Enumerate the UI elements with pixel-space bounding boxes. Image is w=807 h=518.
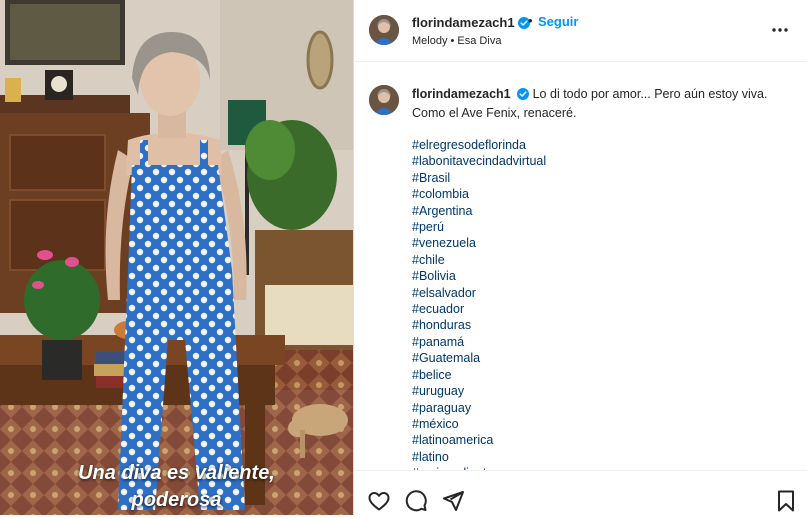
hashtag-link[interactable]: #Brasil	[412, 170, 792, 186]
separator-dot: •	[528, 13, 533, 28]
header-user: florindamezach1	[412, 14, 530, 34]
share-icon[interactable]	[441, 489, 465, 513]
post-media[interactable]: Una diva es valiente, poderosa	[0, 0, 353, 515]
post-photo	[0, 0, 353, 515]
hashtag-link[interactable]: #labonitavecindadvirtual	[412, 153, 792, 169]
hashtag-link[interactable]: #colombia	[412, 186, 792, 202]
hashtag-link[interactable]: #paraguay	[412, 400, 792, 416]
comment-icon[interactable]	[404, 489, 428, 513]
hashtag-link[interactable]: #chile	[412, 252, 792, 268]
header-username[interactable]: florindamezach1	[412, 15, 515, 30]
hashtag-link[interactable]: #venezuela	[412, 235, 792, 251]
hashtag-list: #elregresodeflorinda #labonitavecindadvir…	[412, 137, 792, 470]
hashtag-link[interactable]: #méxico	[412, 416, 792, 432]
comment-avatar[interactable]	[369, 85, 399, 115]
avatar[interactable]	[369, 15, 399, 45]
verified-badge-icon	[517, 88, 530, 105]
action-bar	[354, 470, 807, 515]
hashtag-link[interactable]: #Argentina	[412, 203, 792, 219]
more-horizontal-icon[interactable]	[768, 20, 792, 40]
comment-username[interactable]: florindamezach1	[412, 87, 511, 101]
bookmark-icon[interactable]	[774, 489, 798, 513]
hashtag-link[interactable]: #ecuador	[412, 301, 792, 317]
hashtag-link[interactable]: #Bolivia	[412, 268, 792, 284]
comments-area[interactable]: florindamezach1 Lo di todo por amor... P…	[354, 62, 807, 470]
hashtag-link[interactable]: #panamá	[412, 334, 792, 350]
post-header: florindamezach1 • Seguir Melody • Esa Di…	[354, 0, 807, 62]
hashtag-link[interactable]: #uruguay	[412, 383, 792, 399]
heart-icon[interactable]	[367, 489, 391, 513]
hashtag-link[interactable]: #Guatemala	[412, 350, 792, 366]
hashtag-link[interactable]: #elregresodeflorinda	[412, 137, 792, 153]
hashtag-link[interactable]: #latino	[412, 449, 792, 465]
hashtag-link[interactable]: #honduras	[412, 317, 792, 333]
hashtag-link[interactable]: #perú	[412, 219, 792, 235]
audio-label[interactable]: Melody • Esa Diva	[412, 35, 501, 47]
post-side-panel: florindamezach1 • Seguir Melody • Esa Di…	[353, 0, 807, 515]
hashtag-link[interactable]: #belice	[412, 367, 792, 383]
follow-button[interactable]: Seguir	[538, 14, 578, 29]
hashtag-link[interactable]: #latinoamerica	[412, 432, 792, 448]
caption-overlay-line-2: poderosa	[131, 489, 222, 511]
caption-comment: florindamezach1 Lo di todo por amor... P…	[412, 86, 792, 470]
hashtag-link[interactable]: #elsalvador	[412, 285, 792, 301]
caption-overlay-line-1: Una diva es valiente,	[78, 462, 275, 484]
